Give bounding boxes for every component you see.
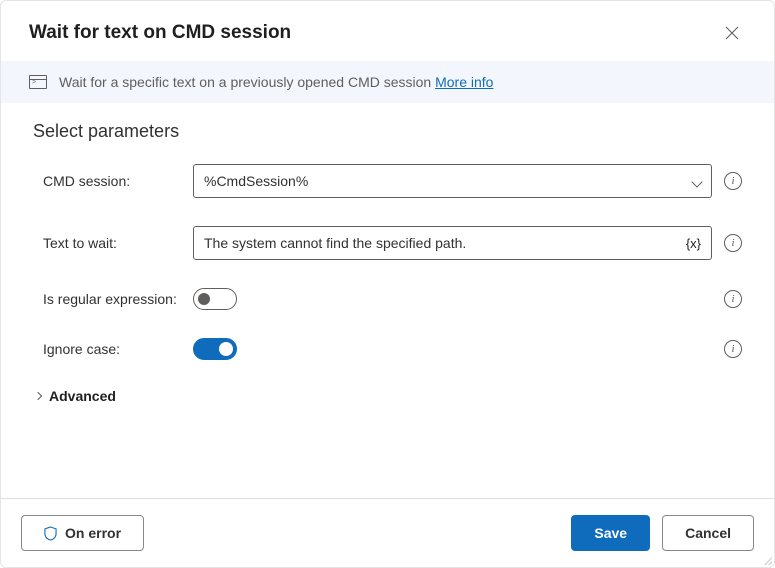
banner-text: Wait for a specific text on a previously…: [59, 74, 493, 90]
chevron-down-icon: [693, 173, 701, 189]
dialog-title: Wait for text on CMD session: [29, 22, 291, 44]
content-area: Select parameters CMD session: %CmdSessi…: [1, 103, 774, 498]
save-button[interactable]: Save: [571, 515, 650, 551]
text-to-wait-label: Text to wait:: [33, 235, 193, 251]
cancel-button[interactable]: Cancel: [662, 515, 754, 551]
shield-icon: [44, 526, 57, 541]
info-icon[interactable]: i: [724, 234, 742, 252]
variable-picker-icon[interactable]: {x}: [686, 236, 701, 251]
close-icon: [725, 26, 739, 40]
text-to-wait-input[interactable]: The system cannot find the specified pat…: [193, 226, 712, 260]
cmd-session-select[interactable]: %CmdSession%: [193, 164, 712, 198]
row-is-regex: Is regular expression: i: [33, 288, 742, 310]
row-cmd-session: CMD session: %CmdSession% i: [33, 164, 742, 198]
on-error-button[interactable]: On error: [21, 515, 144, 551]
more-info-link[interactable]: More info: [435, 74, 493, 90]
advanced-section-toggle[interactable]: Advanced: [33, 388, 742, 404]
ignore-case-toggle[interactable]: [193, 338, 237, 360]
section-title: Select parameters: [33, 121, 742, 142]
is-regex-label: Is regular expression:: [33, 291, 193, 307]
row-text-to-wait: Text to wait: The system cannot find the…: [33, 226, 742, 260]
resize-grip[interactable]: [760, 553, 772, 565]
cmd-session-label: CMD session:: [33, 173, 193, 189]
dialog: Wait for text on CMD session Wait for a …: [0, 0, 775, 568]
dialog-footer: On error Save Cancel: [1, 498, 774, 567]
cmd-session-value: %CmdSession%: [204, 173, 308, 189]
is-regex-toggle[interactable]: [193, 288, 237, 310]
info-icon[interactable]: i: [724, 172, 742, 190]
info-banner: Wait for a specific text on a previously…: [1, 61, 774, 103]
on-error-label: On error: [65, 525, 121, 541]
text-to-wait-value: The system cannot find the specified pat…: [204, 235, 466, 251]
advanced-label: Advanced: [49, 388, 116, 404]
dialog-header: Wait for text on CMD session: [1, 1, 774, 61]
row-ignore-case: Ignore case: i: [33, 338, 742, 360]
close-button[interactable]: [718, 19, 746, 47]
info-icon[interactable]: i: [724, 290, 742, 308]
chevron-right-icon: [34, 392, 42, 400]
ignore-case-label: Ignore case:: [33, 341, 193, 357]
info-icon[interactable]: i: [724, 340, 742, 358]
cmd-icon: [29, 75, 47, 89]
